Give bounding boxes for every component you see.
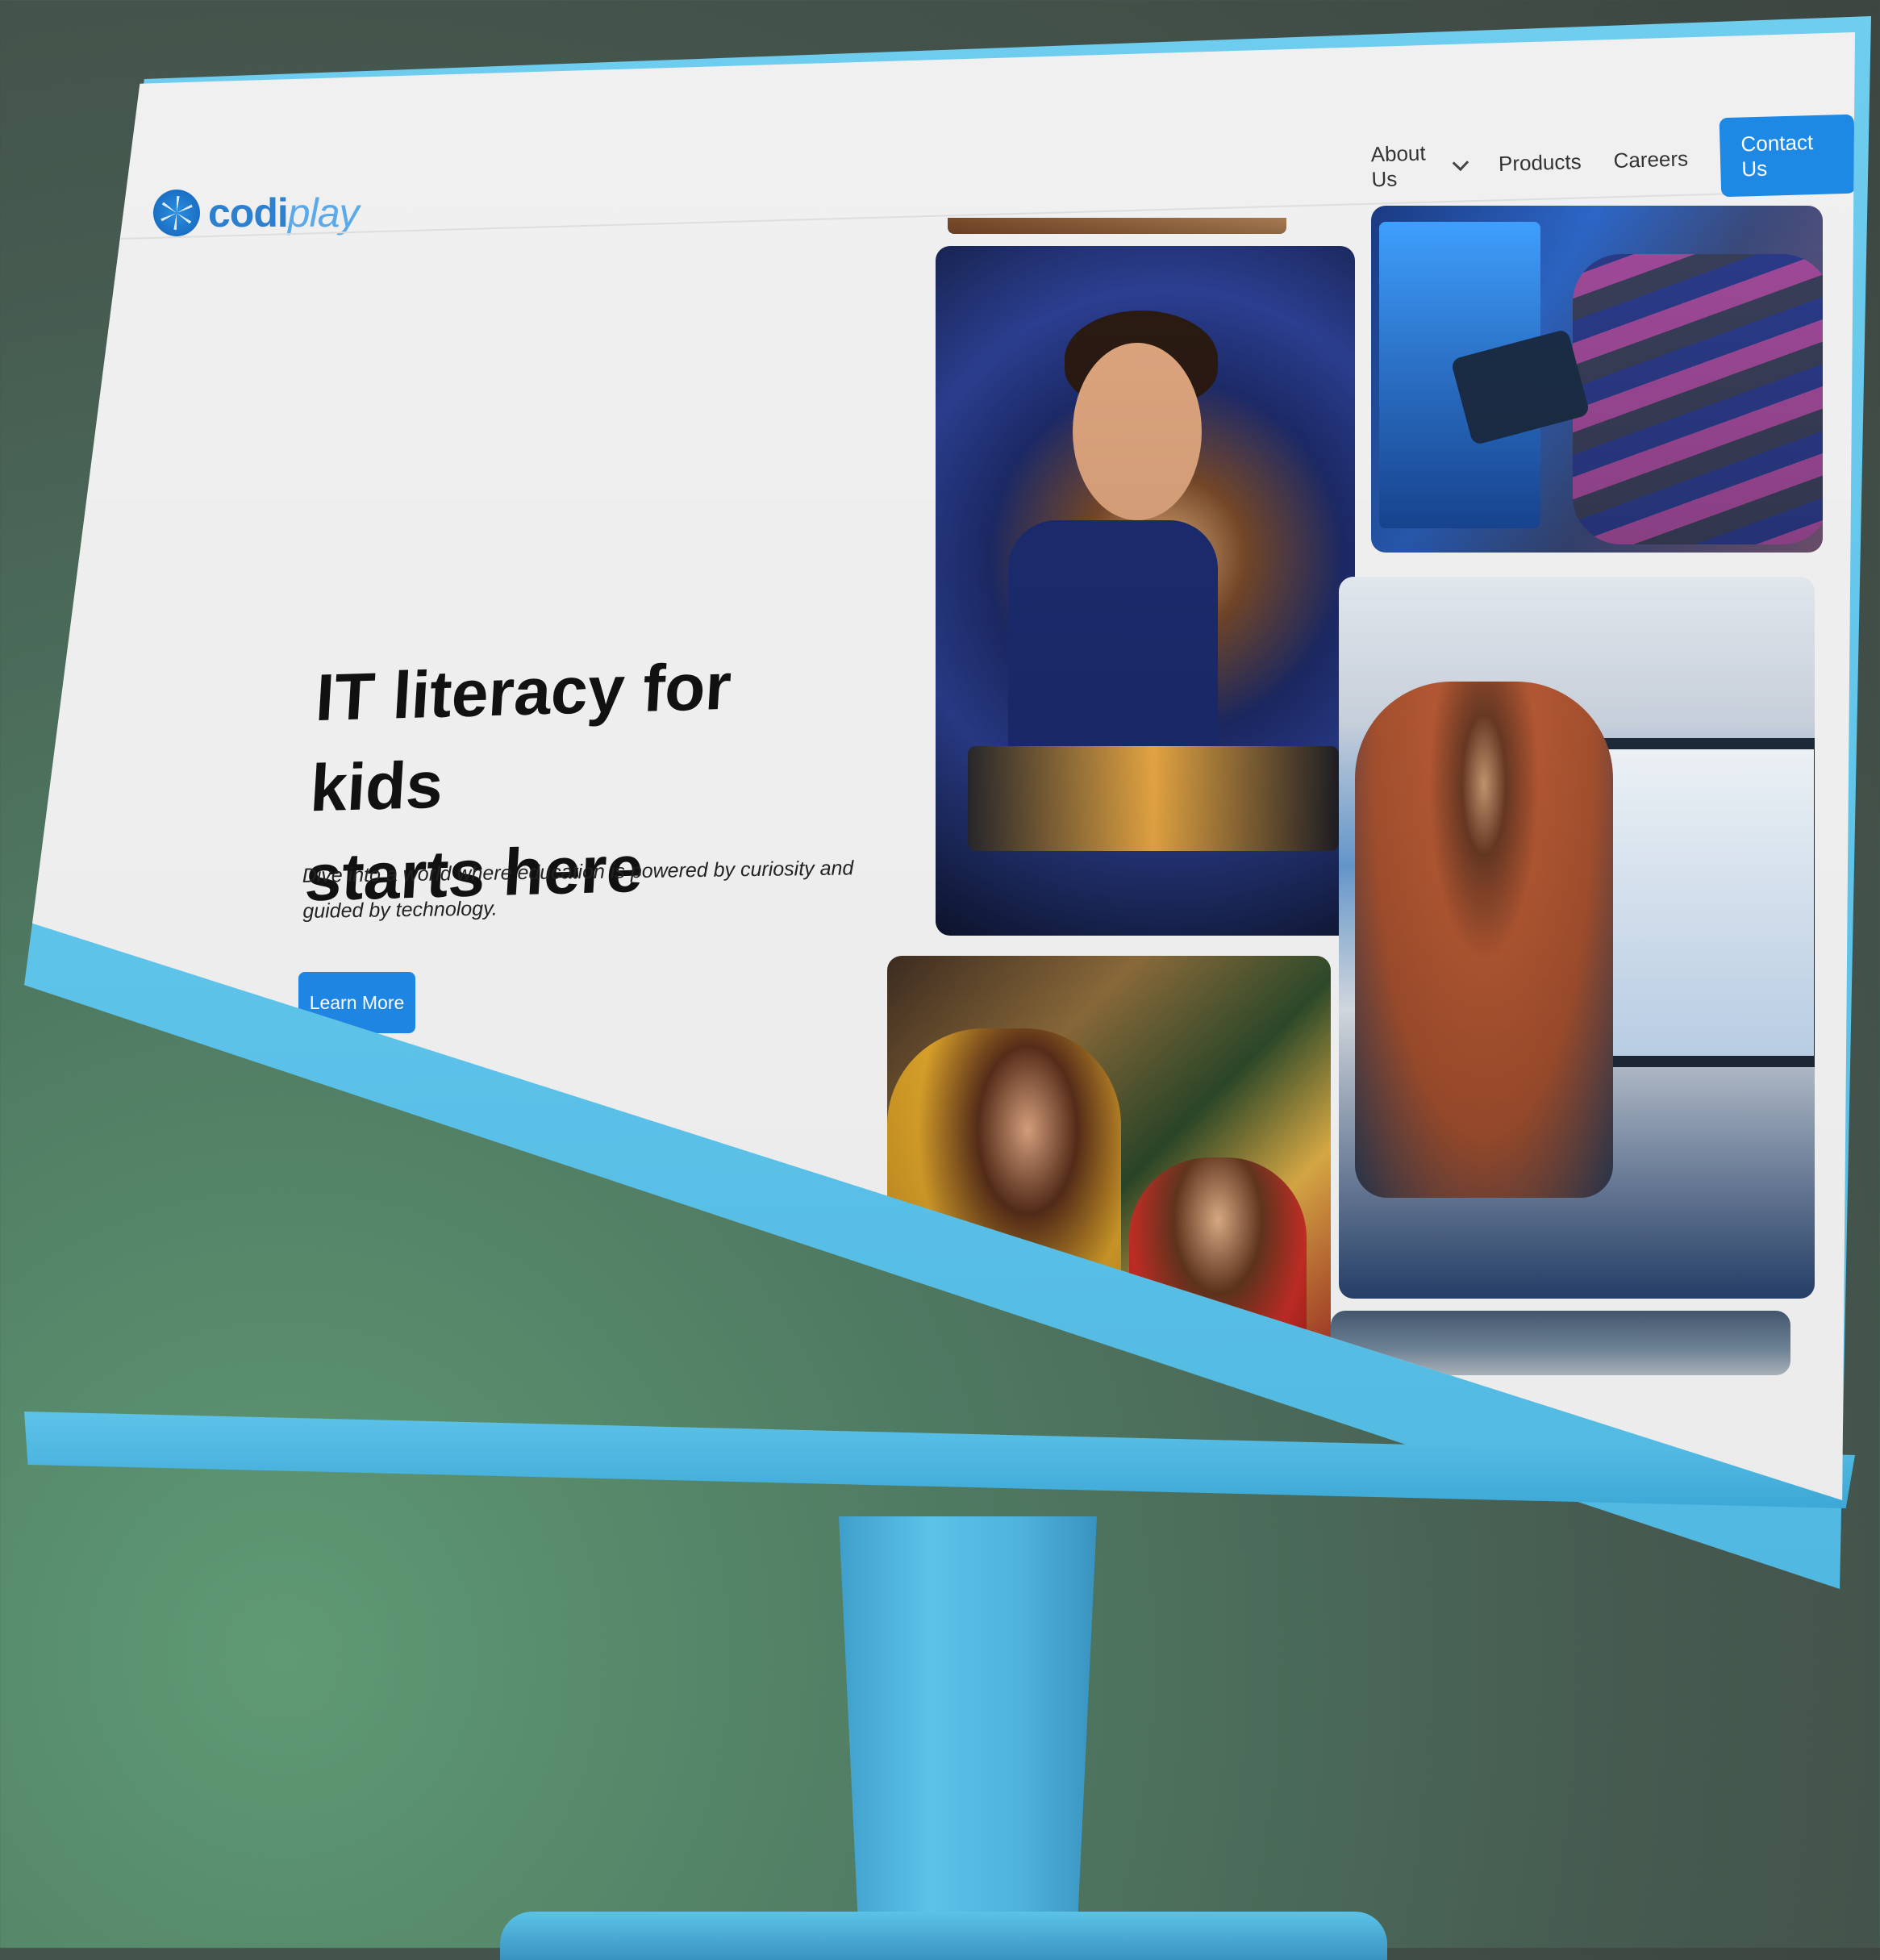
gallery-image-top-partial: [948, 218, 1286, 234]
nav-products[interactable]: Products: [1499, 149, 1582, 177]
hero-headline-line1: IT literacy for kids: [308, 649, 734, 825]
brand-logo[interactable]: codiplay: [153, 190, 360, 236]
hero-subtext: Dive into a world where education is pow…: [302, 857, 854, 923]
gallery-image-teacher-whiteboard: [1339, 577, 1815, 1299]
contact-us-button[interactable]: Contact Us: [1719, 114, 1855, 198]
brand-wordmark: codiplay: [208, 190, 360, 236]
monitor-stand-neck: [839, 1516, 1097, 1952]
main-nav: About Us Products Careers Contact Us: [1370, 114, 1855, 207]
nav-about-us-label: About Us: [1370, 140, 1427, 192]
chevron-down-icon: [1453, 154, 1469, 171]
nav-products-label: Products: [1498, 148, 1582, 176]
geodesic-sphere-icon: [153, 190, 200, 236]
gallery-image-boy-electronics: [936, 246, 1355, 936]
monitor-stand-base: [500, 1912, 1387, 1960]
gallery-image-child-tablet: [1371, 206, 1823, 553]
nav-careers-label: Careers: [1613, 145, 1689, 173]
nav-careers[interactable]: Careers: [1613, 146, 1688, 173]
nav-about-us[interactable]: About Us: [1370, 140, 1469, 192]
